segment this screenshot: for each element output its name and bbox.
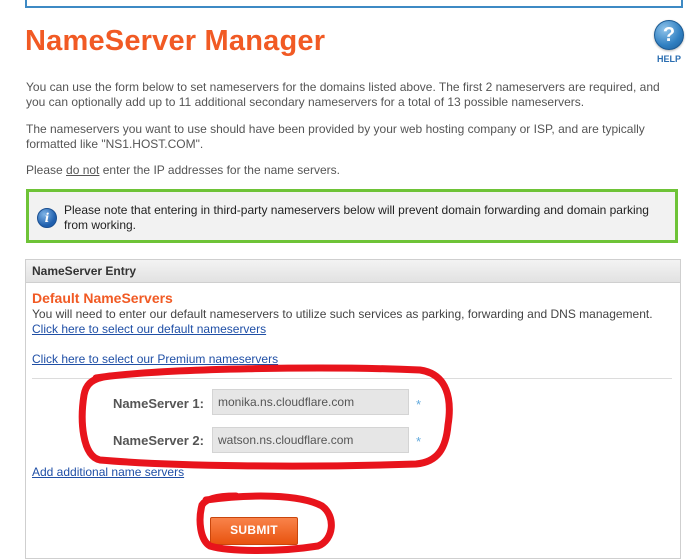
intro-paragraph-1: You can use the form below to set namese… [26,80,660,109]
do-not-emphasis: do not [66,163,100,177]
info-icon: i [37,208,57,228]
default-nameservers-title: Default NameServers [32,290,173,306]
default-nameservers-description: You will need to enter our default names… [32,307,653,321]
help-label[interactable]: HELP [652,54,686,64]
nameserver-1-label: NameServer 1: [112,396,204,411]
intro-paragraph-3: Please do not enter the IP addresses for… [26,163,340,178]
paragraph-3-pre: Please [26,163,67,177]
domain-list-frame [25,0,683,8]
divider [32,378,672,379]
forwarding-notice: i Please note that entering in third-par… [26,189,678,243]
panel-header: NameServer Entry [26,260,680,283]
select-default-nameservers-link[interactable]: Click here to select our default nameser… [32,322,266,336]
nameserver-1-required-mark: * [416,397,422,412]
nameserver-1-input[interactable] [212,389,409,415]
question-circle-icon[interactable]: ? [654,20,684,50]
nameserver-2-required-mark: * [416,434,422,449]
paragraph-3-post: enter the IP addresses for the name serv… [99,163,340,177]
add-additional-nameservers-link[interactable]: Add additional name servers [32,465,184,479]
help-button[interactable]: ? HELP [652,20,686,64]
select-premium-nameservers-link[interactable]: Click here to select our Premium nameser… [32,352,278,366]
page-title: NameServer Manager [25,25,326,57]
intro-paragraph-2: The nameservers you want to use should h… [26,122,645,151]
nameserver-2-input[interactable] [212,427,409,453]
nameserver-2-label: NameServer 2: [112,433,204,448]
nameserver-entry-panel: NameServer Entry Default NameServers You… [25,259,681,559]
notice-text: Please note that entering in third-party… [64,203,649,232]
submit-button[interactable]: SUBMIT [210,517,298,545]
